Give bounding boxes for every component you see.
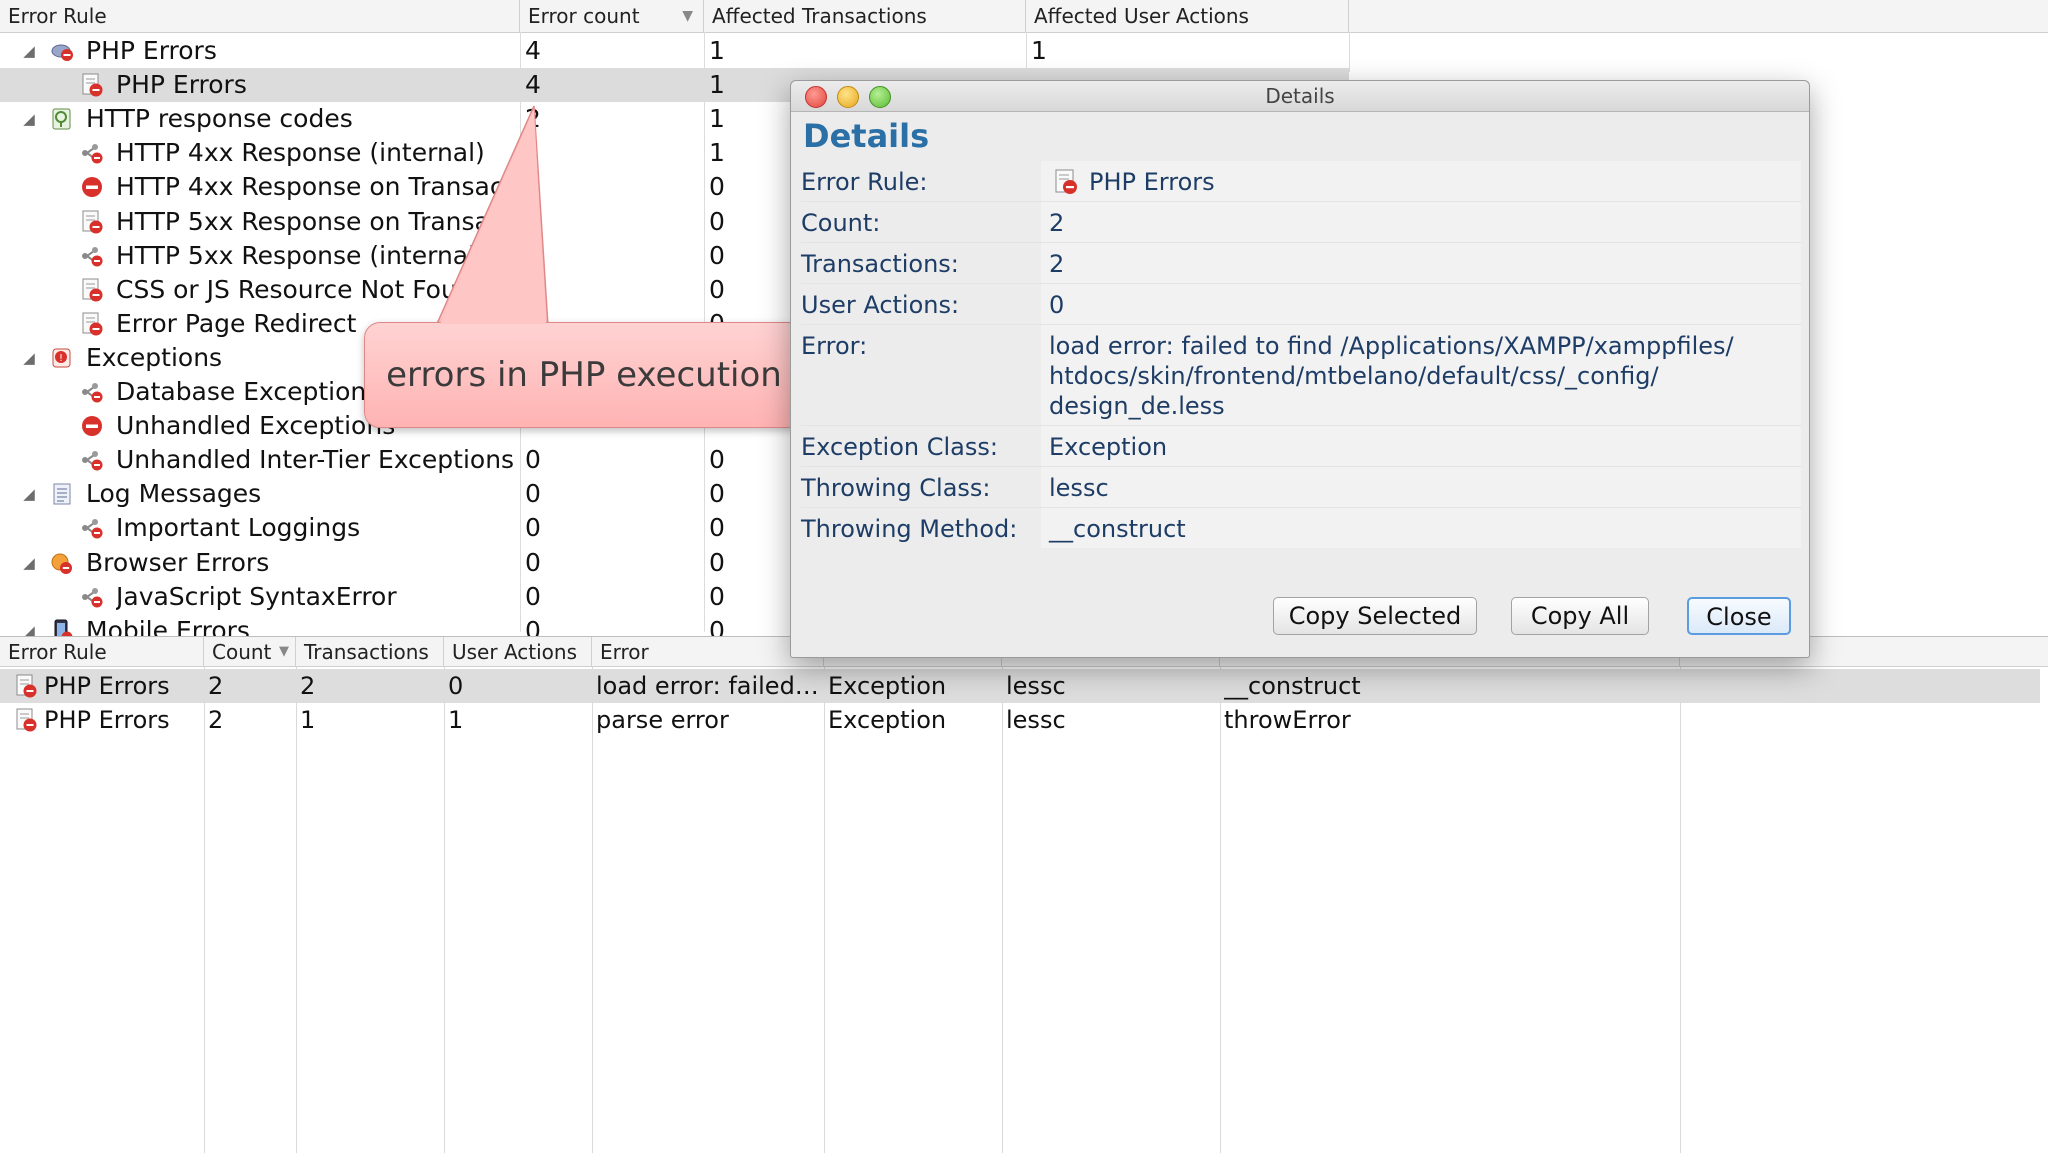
header-transactions[interactable]: Transactions	[296, 637, 444, 667]
detail-value-error-message[interactable]: load error: failed to find /Applications…	[1041, 325, 1801, 425]
detail-value[interactable]: __construct	[1041, 508, 1801, 548]
detail-label: Error:	[801, 332, 868, 360]
detail-row-user-actions: User Actions: 0	[801, 284, 1801, 325]
sort-descending-icon: ▼	[279, 644, 289, 659]
user-actions-cell: 1	[448, 706, 464, 734]
exception-class-cell: Exception	[828, 672, 947, 700]
column-divider	[1680, 667, 1681, 1153]
error-cell: load error: failed…	[596, 672, 819, 700]
detail-row-count: Count: 2	[801, 202, 1801, 243]
throwing-method-cell: throwError	[1224, 706, 1351, 734]
table-row[interactable]: PHP Errors 2 1 1 parse error Exception lessc th…	[0, 703, 2040, 737]
header-user-actions[interactable]: User Actions	[444, 637, 592, 667]
header-error-rule[interactable]: Error Rule	[0, 637, 204, 667]
detail-label: Throwing Method:	[801, 515, 1018, 543]
detail-row-error: Error: load error: failed to find /Appli…	[801, 325, 1801, 426]
detail-row-transactions: Transactions: 2	[801, 243, 1801, 284]
header-count-label: Count	[212, 640, 272, 664]
details-dialog: Details Details Error Rule: PHP Errors C…	[790, 80, 1810, 658]
php-error-rule-icon	[14, 708, 38, 732]
column-divider	[444, 667, 445, 1153]
transactions-cell: 1	[300, 706, 316, 734]
php-error-rule-icon	[1055, 169, 1077, 194]
error-rule-cell: PHP Errors	[44, 706, 170, 734]
detail-value[interactable]: 2	[1041, 243, 1801, 283]
column-divider	[204, 667, 205, 1153]
detail-value[interactable]: Exception	[1041, 426, 1801, 466]
detail-value-text: PHP Errors	[1089, 168, 1215, 196]
throwing-method-cell: __construct	[1224, 672, 1361, 700]
detail-label: Transactions:	[801, 250, 959, 278]
table-row[interactable]: PHP Errors 2 2 0 load error: failed… Exceptio…	[0, 669, 2040, 703]
dialog-title-bar[interactable]: Details	[791, 81, 1809, 112]
count-cell: 2	[208, 672, 224, 700]
header-count[interactable]: Count ▼	[204, 637, 296, 667]
detail-row-exception-class: Exception Class: Exception	[801, 426, 1801, 467]
column-divider	[1220, 667, 1221, 1153]
throwing-class-cell: lessc	[1006, 706, 1066, 734]
detail-label: Throwing Class:	[801, 474, 991, 502]
copy-selected-button[interactable]: Copy Selected	[1273, 597, 1477, 635]
exception-class-cell: Exception	[828, 706, 947, 734]
detail-value[interactable]: PHP Errors	[1041, 161, 1801, 201]
detail-row-error-rule: Error Rule: PHP Errors	[801, 161, 1801, 202]
column-divider	[824, 667, 825, 1153]
error-cell: parse error	[596, 706, 729, 734]
detail-value[interactable]: 2	[1041, 202, 1801, 242]
close-button[interactable]: Close	[1687, 597, 1791, 635]
copy-all-button[interactable]: Copy All	[1511, 597, 1649, 635]
dialog-window-title: Details	[1265, 84, 1335, 108]
callout-annotation: errors in PHP execution	[364, 322, 804, 428]
column-divider	[296, 667, 297, 1153]
detail-label: Exception Class:	[801, 433, 998, 461]
detail-value[interactable]: lessc	[1041, 467, 1801, 507]
user-actions-cell: 0	[448, 672, 464, 700]
detail-row-throwing-class: Throwing Class: lessc	[801, 467, 1801, 508]
error-details-table: Error Rule Count ▼ Transactions User Act…	[0, 636, 2048, 1153]
transactions-cell: 2	[300, 672, 316, 700]
detail-label: Error Rule:	[801, 168, 928, 196]
column-divider	[1002, 667, 1003, 1153]
error-rule-cell: PHP Errors	[44, 672, 170, 700]
php-error-rule-icon	[14, 674, 38, 698]
detail-label: User Actions:	[801, 291, 960, 319]
count-cell: 2	[208, 706, 224, 734]
detail-value[interactable]: 0	[1041, 284, 1801, 324]
throwing-class-cell: lessc	[1006, 672, 1066, 700]
detail-label: Count:	[801, 209, 881, 237]
column-divider	[592, 667, 593, 1153]
detail-row-throwing-method: Throwing Method: __construct	[801, 508, 1801, 548]
dialog-heading: Details	[803, 117, 930, 155]
